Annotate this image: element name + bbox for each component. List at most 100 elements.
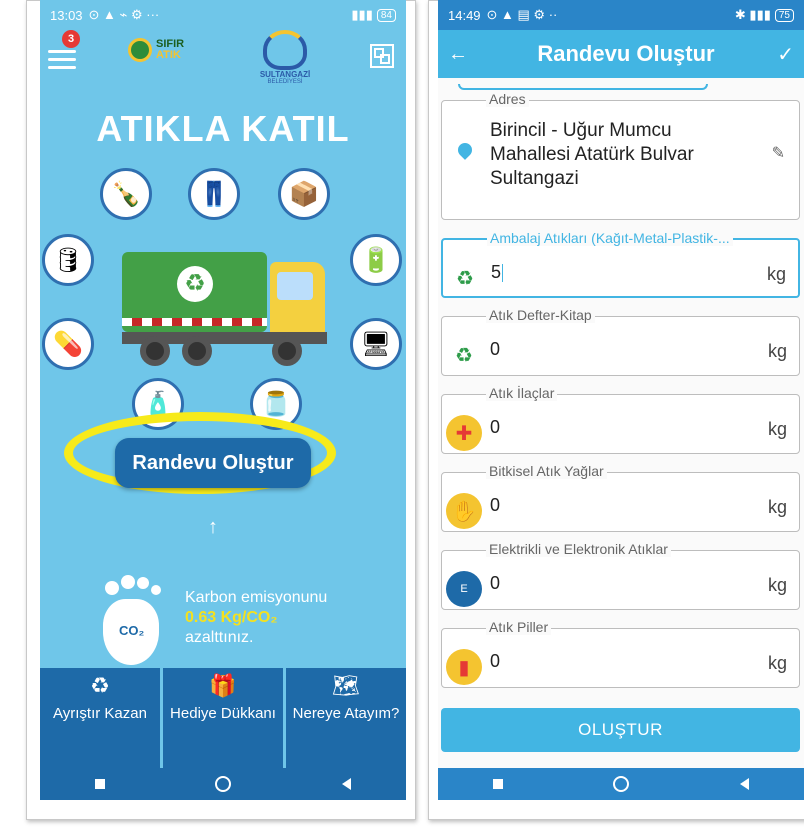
- recycle-icon: ♻: [90, 673, 110, 698]
- electronics-icon: 🖥: [350, 318, 402, 370]
- appointment-form-screen: 14:49 ⊙ ▲ ▤ ⚙ ·· ✱ ▮▮▮ 75 ← Randevu Oluş…: [438, 0, 804, 800]
- sultangazi-logo: SULTANGAZİ BELEDİYESİ: [250, 30, 320, 85]
- carbon-line-3: azalttınız.: [185, 629, 254, 646]
- unit-label: kg: [766, 264, 786, 284]
- app-bar: ← Randevu Oluştur ✓: [438, 30, 804, 78]
- field-legend: Bitkisel Atık Yağlar: [486, 463, 607, 479]
- oil-cans-icon: 🛢: [42, 234, 94, 286]
- status-bar: 14:49 ⊙ ▲ ▤ ⚙ ·· ✱ ▮▮▮ 75: [438, 0, 804, 30]
- tab-hediye-dukkani[interactable]: 🎁 Hediye Dükkanı: [163, 668, 283, 768]
- unit-label: kg: [767, 419, 787, 439]
- field-value: 0: [490, 417, 501, 437]
- tab-nereye-atayim[interactable]: 🗺 Nereye Atayım?: [286, 668, 406, 768]
- field-legend: Ambalaj Atıkları (Kağıt-Metal-Plastik-..…: [487, 230, 733, 246]
- footprint-co2-icon: CO₂: [95, 575, 175, 665]
- tab-label: Ayrıştır Kazan: [53, 705, 147, 722]
- check-icon[interactable]: ✓: [764, 42, 794, 67]
- back-icon[interactable]: [739, 778, 749, 790]
- menu-icon[interactable]: [48, 50, 76, 74]
- sifir-atik-emblem-icon: [128, 38, 152, 62]
- home-header: 3 SIFIR ATIK SULTANGAZİ BELEDİYESİ: [40, 30, 406, 100]
- field-legend: Adres: [486, 91, 529, 107]
- unit-label: kg: [767, 497, 787, 517]
- field-value: 0: [490, 573, 501, 593]
- clothes-icon: 👖: [188, 168, 240, 220]
- notebook-book-field[interactable]: Atık Defter-Kitap ♻ 0 kg: [441, 307, 800, 376]
- scrolled-field-edge: [458, 84, 708, 90]
- sifir-atik-logo: SIFIR ATIK: [128, 38, 184, 62]
- status-time: 14:49: [448, 7, 481, 23]
- signal-icon: ✱ ▮▮▮: [734, 7, 771, 22]
- field-legend: Elektrikli ve Elektronik Atıklar: [486, 541, 671, 557]
- electronic-waste-field[interactable]: Elektrikli ve Elektronik Atıklar E 0 kg: [441, 541, 800, 610]
- battery-icon: ▮: [446, 649, 482, 685]
- edit-pencil-icon[interactable]: ✎: [772, 143, 785, 163]
- back-arrow-icon[interactable]: ←: [448, 43, 488, 66]
- vegetable-oil-field[interactable]: Bitkisel Atık Yağlar ✋ 0 kg: [441, 463, 800, 532]
- arrow-up-icon: ↑: [208, 516, 218, 538]
- battery-waste-field[interactable]: Atık Piller ▮ 0 kg: [441, 619, 800, 688]
- logo-line-2: ATIK: [156, 49, 181, 61]
- municipality-name: SULTANGAZİ: [259, 70, 311, 79]
- carbon-value: 0.63 Kg/CO₂: [185, 609, 278, 626]
- recycle-icon: ♻: [177, 266, 213, 302]
- tab-label: Nereye Atayım?: [292, 705, 400, 722]
- app-bar-title: Randevu Oluştur: [537, 41, 715, 66]
- notification-badge: 3: [62, 30, 80, 48]
- packaging-waste-field[interactable]: Ambalaj Atıkları (Kağıt-Metal-Plastik-..…: [441, 230, 800, 298]
- gift-icon: 🎁: [209, 673, 237, 698]
- field-value: 0: [490, 339, 501, 359]
- tab-label: Hediye Dükkanı: [170, 705, 276, 722]
- recycle-icon: ♻: [455, 344, 473, 367]
- status-icons: ⊙ ▲ ▤ ⚙ ··: [486, 7, 558, 22]
- unit-label: kg: [767, 653, 787, 673]
- tab-ayristir-kazan[interactable]: ♻ Ayrıştır Kazan: [40, 668, 160, 768]
- medicine-icon: 💊: [42, 318, 94, 370]
- bottles-icon: 🍾: [100, 168, 152, 220]
- field-legend: Atık İlaçlar: [486, 385, 558, 401]
- field-value: 0: [490, 651, 501, 671]
- municipality-emblem-icon: [263, 30, 307, 70]
- android-nav-bar: [40, 768, 406, 800]
- status-icons: ⊙ ▲ ⌁ ⚙ ···: [88, 7, 160, 22]
- home-screen: 13:03 ⊙ ▲ ⌁ ⚙ ··· ▮▮▮ 84 3 SIFIR ATIK SUL…: [40, 0, 406, 800]
- field-legend: Atık Piller: [486, 619, 552, 635]
- recents-icon[interactable]: [493, 779, 504, 789]
- location-pin-icon: [455, 140, 475, 160]
- batteries-icon: 🔋: [350, 234, 402, 286]
- battery-icon: 84: [376, 8, 396, 22]
- address-value: Birincil - Uğur Mumcu Mahallesi Atatürk …: [490, 120, 694, 189]
- municipality-suffix: BELEDİYESİ: [267, 79, 303, 85]
- home-icon[interactable]: [215, 776, 232, 792]
- home-icon[interactable]: [613, 776, 630, 792]
- medicine-bag-icon: ✚: [446, 415, 482, 451]
- signal-icon: ▮▮▮: [351, 7, 373, 22]
- back-icon[interactable]: [341, 778, 351, 790]
- unit-label: kg: [767, 575, 787, 595]
- carbon-summary: Karbon emisyonunu 0.63 Kg/CO₂ azalttınız…: [185, 588, 327, 648]
- co2-label: CO₂: [119, 623, 145, 638]
- android-nav-bar: [438, 768, 804, 800]
- field-legend: Atık Defter-Kitap: [486, 307, 595, 323]
- battery-icon: 75: [774, 8, 794, 22]
- recents-icon[interactable]: [95, 779, 106, 789]
- status-time: 13:03: [50, 7, 83, 23]
- unit-label: kg: [767, 341, 787, 361]
- map-icon: 🗺: [332, 673, 360, 698]
- address-field[interactable]: Adres Birincil - Uğur Mumcu Mahallesi At…: [441, 91, 800, 220]
- cardboard-icon: 📦: [278, 168, 330, 220]
- qr-code-icon[interactable]: [370, 44, 394, 68]
- medicine-waste-field[interactable]: Atık İlaçlar ✚ 0 kg: [441, 385, 800, 454]
- carbon-line-1: Karbon emisyonunu: [185, 589, 328, 606]
- page-title: ATIKLA KATIL: [96, 108, 350, 149]
- status-bar: 13:03 ⊙ ▲ ⌁ ⚙ ··· ▮▮▮ 84: [40, 0, 406, 30]
- garbage-truck-illustration: ♻: [122, 252, 327, 370]
- oil-hand-icon: ✋: [446, 493, 482, 529]
- submit-button[interactable]: OLUŞTUR: [441, 708, 800, 752]
- create-appointment-button[interactable]: Randevu Oluştur: [115, 438, 311, 488]
- field-value: 5: [491, 262, 502, 282]
- bottom-tab-bar: ♻ Ayrıştır Kazan 🎁 Hediye Dükkanı 🗺 Nere…: [40, 668, 406, 768]
- field-value: 0: [490, 495, 501, 515]
- e-waste-icon: E: [446, 571, 482, 607]
- recycle-icon: ♻: [456, 267, 474, 290]
